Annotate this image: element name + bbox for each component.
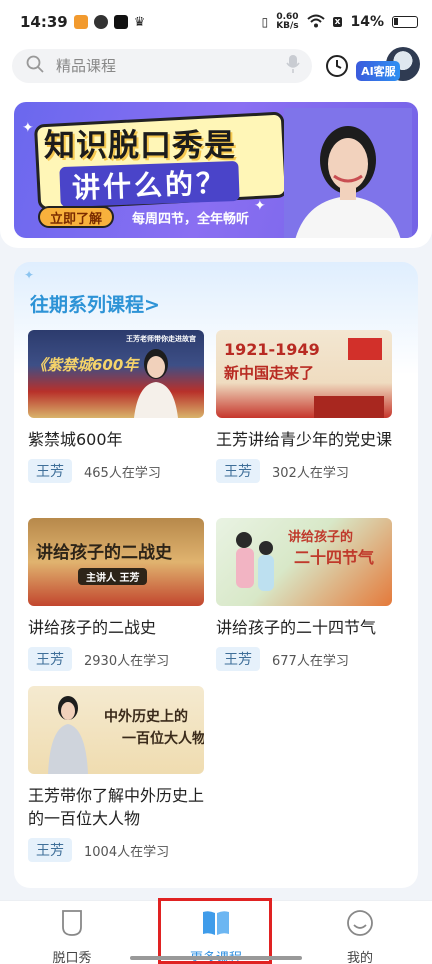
microphone-icon[interactable] (286, 54, 301, 78)
cat-icon (93, 15, 108, 29)
taobao-icon (73, 15, 88, 29)
teacher-tag: 王芳 (216, 459, 260, 483)
banner-section: 知识脱口秀是 讲什么的？ 立即了解 每周四节，全年畅听 ✦ ✦ (0, 88, 432, 248)
flag-icon (348, 338, 382, 360)
course-card[interactable]: 讲给孩子的二战史 主讲人 王芳 讲给孩子的二战史 王芳 2930人在学习 (28, 518, 204, 671)
course-title: 王芳讲给青少年的党史课 (216, 430, 393, 449)
tiktok-icon (113, 15, 128, 29)
banner-subtitle: 每周四节，全年畅听 (132, 212, 250, 227)
ai-service-label: AI客服 (356, 61, 401, 81)
wifi-icon (307, 14, 325, 31)
status-left: 14:39 ♛ (20, 13, 145, 31)
course-thumbnail: 王芳老师带你走进故宫 《紫禁城600年 (28, 330, 204, 418)
course-title: 紫禁城600年 (28, 430, 123, 449)
course-card[interactable]: 中外历史上的 一百位大人物 王芳带你了解中外历史上的一百位大人物 王芳 1004… (28, 686, 204, 862)
course-title: 王芳带你了解中外历史上的一百位大人物 (28, 786, 205, 828)
bottom-navigation: 脱口秀 更多课程 我的 (0, 900, 432, 964)
course-thumbnail: 中外历史上的 一百位大人物 (28, 686, 204, 774)
home-indicator[interactable] (130, 956, 302, 960)
ai-service-button[interactable]: AI客服 (356, 47, 420, 83)
course-meta: 王芳 1004人在学习 (28, 838, 204, 862)
presenter-thumb (48, 696, 88, 774)
course-card[interactable]: 1921-1949 新中国走来了 王芳讲给青少年的党史课 王芳 302人在学习 (216, 330, 392, 483)
banner-title-line2: 讲什么的？ (59, 160, 240, 208)
banner-cta-button[interactable]: 立即了解 (38, 206, 115, 228)
banner-title-line1: 知识脱口秀是 (44, 128, 236, 164)
clock: 14:39 (20, 13, 68, 31)
nav-label: 脱口秀 (52, 951, 92, 964)
course-title: 讲给孩子的二战史 (28, 618, 157, 637)
learner-count: 465人在学习 (84, 465, 161, 481)
course-card[interactable]: 王芳老师带你走进故宫 《紫禁城600年 紫禁城600年 王芳 465人在学习 (28, 330, 204, 483)
learner-count: 1004人在学习 (84, 844, 170, 860)
course-card[interactable]: 讲给孩子的 二十四节气 讲给孩子的二十四节气 王芳 677人在学习 (216, 518, 392, 671)
course-thumbnail: 1921-1949 新中国走来了 (216, 330, 392, 418)
course-thumbnail: 讲给孩子的二战史 主讲人 王芳 (28, 518, 204, 606)
search-icon (26, 55, 44, 77)
course-title: 讲给孩子的二十四节气 (216, 618, 377, 637)
profile-face-icon (346, 909, 374, 941)
book-icon (201, 909, 231, 941)
learner-count: 2930人在学习 (84, 653, 170, 669)
series-title-link[interactable]: 往期系列课程> (30, 290, 160, 317)
sparkle-icon: ✦ (254, 198, 266, 214)
status-right: ▯ 0.60 KB/s x 14% (262, 13, 418, 31)
search-input[interactable] (56, 57, 287, 75)
talk-show-icon (60, 909, 84, 941)
search-bar[interactable] (12, 49, 313, 83)
vibrate-icon: ▯ (261, 15, 269, 29)
battery-percent: 14% (350, 14, 384, 30)
promo-banner[interactable]: 知识脱口秀是 讲什么的？ 立即了解 每周四节，全年畅听 ✦ ✦ (14, 102, 418, 238)
past-series-section: ✦ 往期系列课程> 王芳老师带你走进故宫 《紫禁城600年 紫禁城600年 王芳… (14, 262, 418, 888)
presenter-portrait (284, 108, 412, 238)
crown-icon: ♛ (133, 14, 146, 30)
learner-count: 677人在学习 (272, 653, 349, 669)
course-thumbnail: 讲给孩子的 二十四节气 (216, 518, 392, 606)
teacher-tag: 王芳 (216, 647, 260, 671)
sparkle-icon: ✦ (22, 120, 34, 136)
teacher-tag: 王芳 (28, 647, 72, 671)
top-header: AI客服 (0, 44, 432, 88)
teacher-tag: 王芳 (28, 838, 72, 862)
course-meta: 王芳 302人在学习 (216, 459, 392, 483)
nav-item-mine[interactable]: 我的 (288, 901, 432, 964)
sparkle-icon: ✦ (24, 268, 35, 282)
children-illustration (236, 532, 274, 591)
battery-icon (392, 16, 418, 28)
learner-count: 302人在学习 (272, 465, 349, 481)
teacher-tag: 王芳 (28, 459, 72, 483)
course-meta: 王芳 465人在学习 (28, 459, 204, 483)
net-speed: 0.60 KB/s (276, 12, 299, 31)
status-bar: 14:39 ♛ ▯ 0.60 KB/s x 14% (0, 0, 432, 44)
history-clock-icon[interactable] (324, 53, 350, 79)
nav-item-talk-show[interactable]: 脱口秀 (0, 901, 144, 964)
x-badge-icon: x (332, 17, 343, 27)
presenter-thumb (134, 349, 178, 418)
nav-label: 我的 (346, 951, 373, 964)
course-meta: 王芳 2930人在学习 (28, 647, 204, 671)
building-icon (314, 396, 384, 418)
course-meta: 王芳 677人在学习 (216, 647, 392, 671)
nav-item-more-courses[interactable]: 更多课程 (144, 901, 288, 964)
